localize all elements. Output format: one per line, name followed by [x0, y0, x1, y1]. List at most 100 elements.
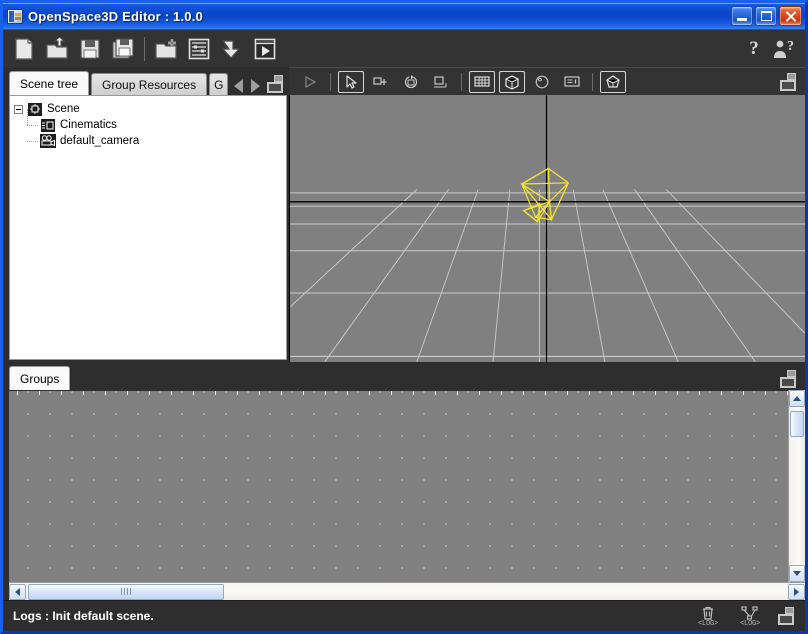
float-logs-button[interactable]	[777, 607, 797, 625]
vp-play-button[interactable]	[297, 71, 323, 93]
cinematics-node-icon	[40, 118, 56, 132]
status-bar-actions: <LOG> <LOG>	[693, 605, 797, 628]
close-button[interactable]	[779, 6, 802, 26]
float-groups-icon[interactable]	[779, 370, 799, 388]
add-folder-icon	[154, 37, 178, 61]
scroll-thumb-grip	[121, 588, 131, 595]
question-mark-icon: ?	[749, 37, 759, 59]
move-icon	[372, 74, 390, 90]
vp-material-button[interactable]	[600, 70, 626, 93]
tab-groups-clipped[interactable]: G	[209, 73, 229, 95]
viewport-scene	[290, 95, 805, 362]
vp-rotate-button[interactable]	[398, 71, 424, 93]
import-object-button[interactable]	[217, 34, 247, 64]
tab-scroll-right[interactable]	[251, 79, 261, 93]
open-scene-button[interactable]	[42, 34, 72, 64]
tab-groups[interactable]: Groups	[9, 366, 71, 390]
scale-icon	[432, 74, 450, 90]
viewport-3d[interactable]	[289, 95, 805, 362]
new-scene-button[interactable]	[9, 34, 39, 64]
vertical-scroll-thumb[interactable]	[790, 411, 804, 437]
groups-dock: Groups	[3, 362, 805, 600]
vp-scale-button[interactable]	[428, 71, 454, 93]
import-arrow-icon	[220, 37, 244, 61]
save-floppy-icon	[78, 37, 102, 61]
save-scene-as-button[interactable]	[108, 34, 138, 64]
groups-tabbar: Groups	[3, 362, 805, 390]
vp-move-button[interactable]	[368, 71, 394, 93]
tree-guide	[27, 109, 28, 125]
scroll-up-arrow[interactable]	[789, 390, 805, 407]
tab-scroll-controls	[234, 79, 261, 93]
info-panel-icon	[563, 74, 581, 89]
vertical-scroll-track[interactable]	[789, 407, 805, 565]
save-scene-button[interactable]	[75, 34, 105, 64]
play-window-icon	[253, 37, 277, 61]
tab-scene-tree[interactable]: Scene tree	[9, 71, 90, 95]
viewport-toolbar-separator	[592, 72, 593, 91]
chevron-right-icon	[794, 587, 799, 596]
box-icon	[503, 74, 521, 90]
gem-material-icon	[604, 74, 622, 90]
scene-settings-button[interactable]	[184, 34, 214, 64]
float-viewport-icon[interactable]	[779, 72, 799, 91]
app-window: OpenSpace3D Editor : 1.0.0 ? ? Scene tre…	[0, 0, 808, 634]
title-bar: OpenSpace3D Editor : 1.0.0	[3, 3, 805, 29]
scene-tree-tabbar: Scene tree Group Resources G	[3, 67, 289, 95]
vp-info-button[interactable]	[559, 71, 585, 93]
vp-grid-button[interactable]	[469, 70, 495, 93]
viewport-toolbar	[289, 67, 805, 95]
status-message: Logs : Init default scene.	[13, 609, 154, 623]
scene-node-icon	[27, 102, 43, 116]
tree-node-cinematics[interactable]: Cinematics	[14, 109, 282, 133]
grid-icon	[473, 74, 491, 89]
chevron-left-icon	[15, 587, 20, 596]
add-resource-button[interactable]	[151, 34, 181, 64]
viewport-toolbar-separator	[330, 72, 331, 91]
scene-tree-panel[interactable]: Scene Cinematics default_camera	[9, 95, 287, 360]
cursor-arrow-icon	[343, 74, 359, 90]
horizontal-scroll-thumb[interactable]	[28, 583, 224, 600]
minimize-button[interactable]	[731, 6, 753, 26]
camera-node-icon	[40, 134, 56, 148]
tree-node-default-camera[interactable]: default_camera	[14, 133, 282, 149]
network-logs-button[interactable]: <LOG>	[735, 605, 765, 628]
vp-solid-box-button[interactable]	[499, 70, 525, 93]
tab-group-resources[interactable]: Group Resources	[91, 73, 208, 95]
vp-light-button[interactable]	[529, 71, 555, 93]
vp-select-button[interactable]	[338, 70, 364, 93]
tab-scroll-left[interactable]	[234, 79, 244, 93]
run-scene-button[interactable]	[250, 34, 280, 64]
tab-label: Scene tree	[20, 76, 79, 91]
canvas-ruler-ticks	[9, 391, 788, 395]
scene-tree-dock: Scene tree Group Resources G Scene Cinem…	[3, 67, 289, 362]
tree-node-label: default_camera	[60, 135, 140, 147]
scroll-right-arrow[interactable]	[788, 583, 805, 600]
settings-sliders-icon	[187, 37, 211, 61]
sphere-light-icon	[533, 74, 551, 90]
upper-docks: Scene tree Group Resources G Scene Cinem…	[3, 67, 805, 362]
toolbar-separator	[144, 36, 145, 61]
groups-vertical-scrollbar[interactable]	[788, 390, 805, 582]
tree-node-scene[interactable]: Scene	[14, 101, 282, 117]
chevron-up-icon	[793, 396, 801, 401]
horizontal-scroll-track[interactable]	[26, 583, 788, 600]
tab-label: Group Resources	[102, 77, 197, 92]
help-button[interactable]: ?	[739, 34, 769, 64]
scroll-left-arrow[interactable]	[9, 583, 26, 600]
groups-horizontal-scrollbar[interactable]	[9, 582, 805, 600]
expander-icon[interactable]	[14, 104, 23, 114]
clear-logs-button[interactable]: <LOG>	[693, 605, 723, 628]
chevron-down-icon	[793, 571, 801, 576]
groups-canvas[interactable]	[9, 390, 788, 582]
tree-node-label: Scene	[47, 103, 80, 115]
maximize-button[interactable]	[755, 6, 777, 26]
scroll-down-arrow[interactable]	[789, 565, 805, 582]
clear-logs-label: <LOG>	[697, 619, 718, 628]
float-panel-icon[interactable]	[266, 75, 286, 93]
tree-guide	[27, 141, 38, 142]
viewport-toolbar-separator	[461, 72, 462, 91]
about-button[interactable]: ?	[769, 34, 799, 64]
tab-label: G	[214, 77, 224, 92]
groups-canvas-wrap	[3, 390, 805, 582]
